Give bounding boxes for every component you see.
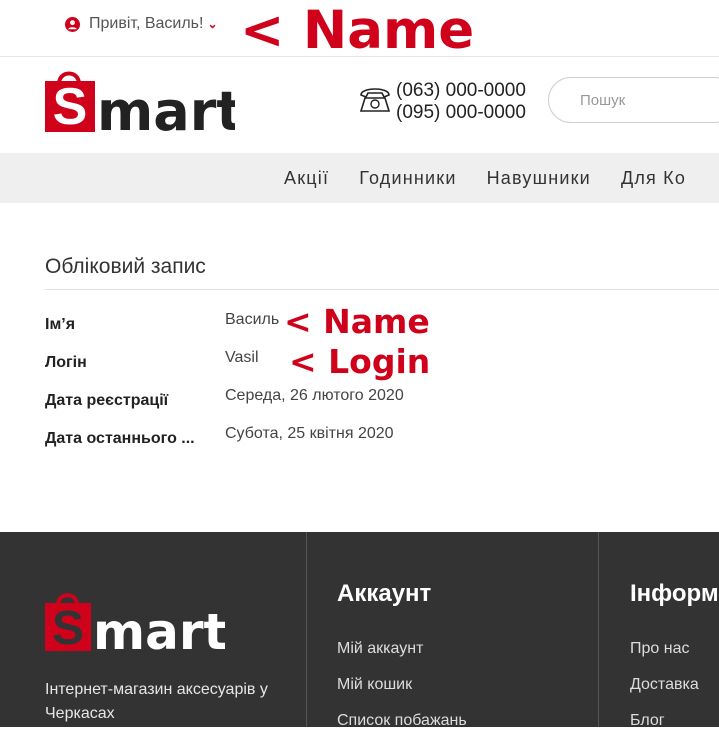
footer-link-blog[interactable]: Блог [630, 712, 699, 748]
svg-text:mart: mart [97, 80, 235, 132]
footer-info-links: Про нас Доставка Блог [630, 640, 699, 748]
footer-link-delivery[interactable]: Доставка [630, 676, 699, 712]
field-value: Vasil [225, 349, 259, 366]
store-logo[interactable]: S mart [45, 62, 235, 132]
field-value: Василь [225, 311, 280, 328]
field-label: Дата реєстрації [45, 392, 169, 409]
user-menu[interactable]: Привіт, Василь! ⌄ [65, 15, 218, 33]
annotation-login: < Login [289, 342, 431, 381]
field-label: Ім’я [45, 316, 76, 333]
nav-item-headphones[interactable]: Навушники [487, 168, 591, 189]
footer-description: Інтернет-магазин аксесуарів у Черкасах [45, 681, 268, 722]
footer-divider [306, 532, 307, 727]
field-label: Дата останнього ... [45, 430, 195, 447]
user-icon [65, 16, 80, 32]
footer-link-wishlist[interactable]: Список побажань [337, 712, 467, 748]
nav-item-for[interactable]: Для Ко [621, 168, 686, 189]
footer-divider [598, 532, 599, 727]
phone-numbers: (063) 000-0000 (095) 000-0000 [396, 80, 526, 124]
footer-heading-account: Аккаунт [337, 580, 432, 607]
footer-link-about[interactable]: Про нас [630, 640, 699, 676]
search-box[interactable] [548, 77, 719, 123]
main-nav: Акції Годинники Навушники Для Ко [0, 153, 719, 203]
field-value: Субота, 25 квітня 2020 [225, 425, 394, 442]
svg-text:S: S [53, 78, 88, 132]
account-row-last-login: Дата останнього ... Субота, 25 квітня 20… [45, 425, 719, 449]
footer: S mart Інтернет-магазин аксесуарів у Чер… [0, 532, 719, 729]
nav-item-promotions[interactable]: Акції [284, 168, 329, 189]
annotation-name-top: < Name [240, 0, 475, 61]
account-row-registered: Дата реєстрації Середа, 26 лютого 2020 [45, 387, 719, 411]
footer-heading-info: Інформ [630, 580, 719, 607]
nav-item-watches[interactable]: Годинники [359, 168, 456, 189]
field-label: Логін [45, 354, 87, 371]
phone-number[interactable]: (095) 000-0000 [396, 102, 526, 124]
greeting-text: Привіт, Василь! [89, 15, 204, 32]
phone-number[interactable]: (063) 000-0000 [396, 80, 526, 102]
svg-text:mart: mart [93, 603, 225, 651]
search-input[interactable] [578, 91, 719, 110]
footer-logo[interactable]: S mart [45, 585, 225, 651]
phone-icon [359, 88, 391, 112]
header: S mart (063) 000-0000 (095) 000-0000 [0, 57, 719, 153]
footer-link-my-cart[interactable]: Мій кошик [337, 676, 467, 712]
chevron-down-icon[interactable]: ⌄ [207, 17, 217, 31]
annotation-name: < Name [284, 302, 430, 341]
page-title: Обліковий запис [45, 255, 206, 278]
divider [45, 289, 719, 290]
svg-text:S: S [52, 602, 84, 651]
footer-account-links: Мій аккаунт Мій кошик Список побажань [337, 640, 467, 748]
field-value: Середа, 26 лютого 2020 [225, 387, 404, 404]
footer-link-my-account[interactable]: Мій аккаунт [337, 640, 467, 676]
